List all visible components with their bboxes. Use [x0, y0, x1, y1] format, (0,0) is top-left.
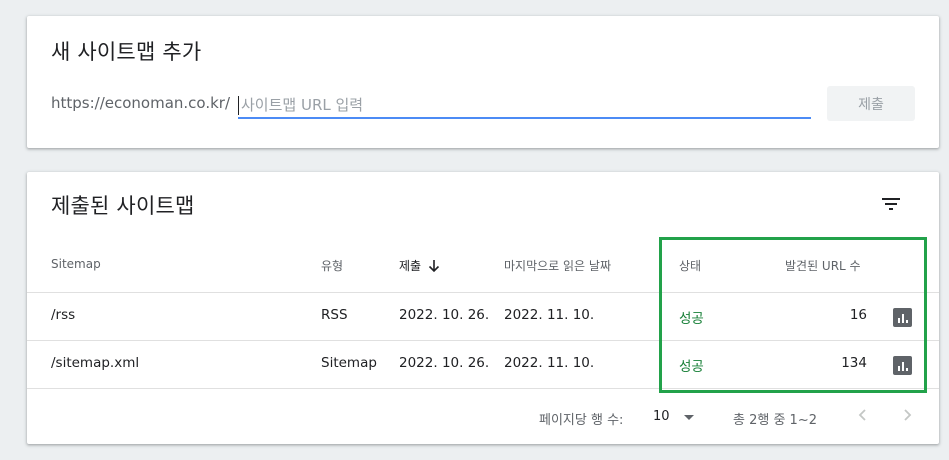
sitemap-path: /sitemap.xml — [51, 355, 140, 371]
row-divider — [27, 340, 939, 341]
text-caret — [238, 96, 239, 115]
add-sitemap-card: 새 사이트맵 추가 https://economan.co.kr/ 제출 — [27, 16, 939, 148]
row-divider — [27, 292, 939, 293]
arrow-down-icon — [429, 260, 440, 273]
sitemap-type: RSS — [321, 307, 348, 323]
status-badge: 성공 — [679, 311, 704, 327]
column-header-sitemap[interactable]: Sitemap — [51, 257, 101, 271]
pagination-range: 총 2행 중 1~2 — [733, 413, 817, 428]
column-header-submitted-label: 제출 — [399, 259, 422, 273]
column-header-submitted[interactable]: 제출 — [399, 257, 441, 274]
url-count: 134 — [841, 355, 867, 371]
column-header-status[interactable]: 상태 — [679, 257, 701, 274]
submit-button[interactable]: 제출 — [827, 86, 915, 121]
url-count: 16 — [849, 307, 867, 323]
chevron-left-icon[interactable] — [853, 405, 873, 425]
row-divider — [27, 388, 939, 389]
filter-list-icon[interactable] — [879, 192, 903, 216]
url-prefix: https://economan.co.kr/ — [51, 94, 231, 112]
submitted-date: 2022. 10. 26. — [399, 307, 490, 323]
sitemap-path: /rss — [51, 307, 76, 323]
last-read-date: 2022. 11. 10. — [504, 355, 595, 371]
bar-chart-icon[interactable] — [893, 308, 912, 327]
dropdown-arrow-icon — [684, 415, 694, 420]
sitemap-type: Sitemap — [321, 355, 377, 371]
add-sitemap-title: 새 사이트맵 추가 — [51, 40, 202, 64]
submitted-sitemaps-title: 제출된 사이트맵 — [51, 194, 195, 218]
column-header-url-count[interactable]: 발견된 URL 수 — [785, 257, 861, 274]
column-header-type[interactable]: 유형 — [321, 257, 343, 274]
rows-per-page-value: 10 — [653, 409, 670, 424]
rows-per-page-select[interactable]: 10 — [653, 408, 713, 428]
submitted-sitemaps-card: 제출된 사이트맵 Sitemap 유형 제출 마지막으로 읽은 날짜 상태 발견… — [27, 172, 939, 444]
submitted-date: 2022. 10. 26. — [399, 355, 490, 371]
bar-chart-icon[interactable] — [893, 356, 912, 375]
column-header-last-read[interactable]: 마지막으로 읽은 날짜 — [504, 257, 611, 274]
chevron-right-icon[interactable] — [897, 405, 917, 425]
sitemap-url-input[interactable] — [241, 92, 806, 117]
status-badge: 성공 — [679, 359, 704, 375]
rows-per-page-label: 페이지당 행 수: — [539, 413, 624, 428]
sitemap-url-field[interactable] — [238, 92, 811, 119]
last-read-date: 2022. 11. 10. — [504, 307, 595, 323]
